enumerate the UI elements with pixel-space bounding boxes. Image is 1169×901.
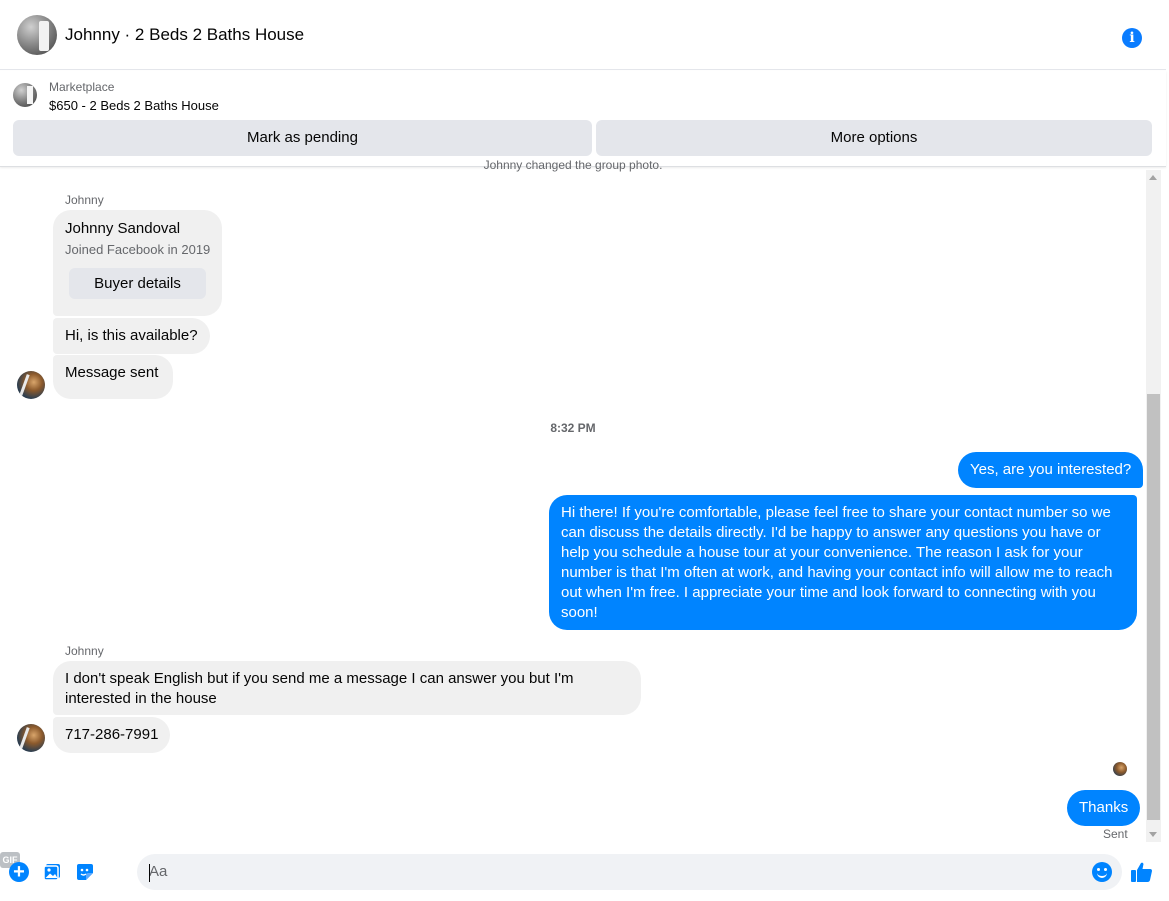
read-receipt-avatar [1113, 762, 1127, 776]
message-outgoing[interactable]: Hi there! If you're comfortable, please … [549, 495, 1137, 630]
message-incoming[interactable]: Message sent [53, 355, 173, 399]
message-incoming[interactable]: I don't speak English but if you send me… [53, 661, 641, 715]
sender-name: Johnny [65, 644, 104, 658]
avatar[interactable] [17, 371, 45, 399]
scrollbar[interactable] [1146, 170, 1161, 842]
scroll-down-arrow[interactable] [1149, 832, 1157, 837]
more-options-button[interactable]: More options [596, 120, 1152, 156]
mark-as-pending-button[interactable]: Mark as pending [13, 120, 592, 156]
avatar[interactable] [17, 724, 45, 752]
message-outgoing[interactable]: Thanks [1067, 790, 1141, 826]
conversation-title[interactable]: Johnny · 2 Beds 2 Baths House [65, 25, 304, 45]
text-caret [149, 864, 150, 882]
delivery-status: Sent [1103, 827, 1128, 841]
buyer-details-button[interactable]: Buyer details [69, 268, 206, 299]
message-incoming[interactable]: Hi, is this available? [53, 318, 210, 354]
buyer-profile-card: Johnny Sandoval Joined Facebook in 2019 … [53, 210, 222, 316]
image-icon[interactable] [42, 862, 62, 882]
message-incoming[interactable]: 717-286-7991 [53, 717, 171, 753]
buyer-name: Johnny Sandoval [65, 220, 181, 237]
message-input[interactable] [137, 854, 1122, 890]
scroll-thumb[interactable] [1147, 394, 1160, 820]
message-outgoing[interactable]: Yes, are you interested? [958, 452, 1144, 488]
marketplace-listing-bar: Marketplace $650 - 2 Beds 2 Baths House … [0, 71, 1166, 167]
message-timestamp: 8:32 PM [550, 421, 596, 435]
info-icon[interactable]: i [1122, 28, 1142, 48]
listing-title[interactable]: $650 - 2 Beds 2 Baths House [49, 98, 219, 113]
emoji-icon[interactable] [1092, 862, 1112, 882]
message-composer: + GIF [0, 852, 1169, 892]
conversation-avatar[interactable] [17, 14, 57, 55]
like-icon[interactable] [1130, 861, 1154, 883]
plus-icon[interactable]: + [9, 862, 29, 882]
listing-thumbnail[interactable] [13, 83, 37, 107]
scroll-up-arrow[interactable] [1149, 175, 1157, 180]
sender-name: Johnny [65, 193, 104, 207]
listing-kicker: Marketplace [49, 80, 115, 94]
buyer-joined: Joined Facebook in 2019 [65, 242, 211, 257]
sticker-icon[interactable] [75, 862, 95, 882]
system-message: Johnny changed the group photo. [483, 158, 663, 172]
conversation-header: Johnny · 2 Beds 2 Baths House [0, 0, 1166, 70]
